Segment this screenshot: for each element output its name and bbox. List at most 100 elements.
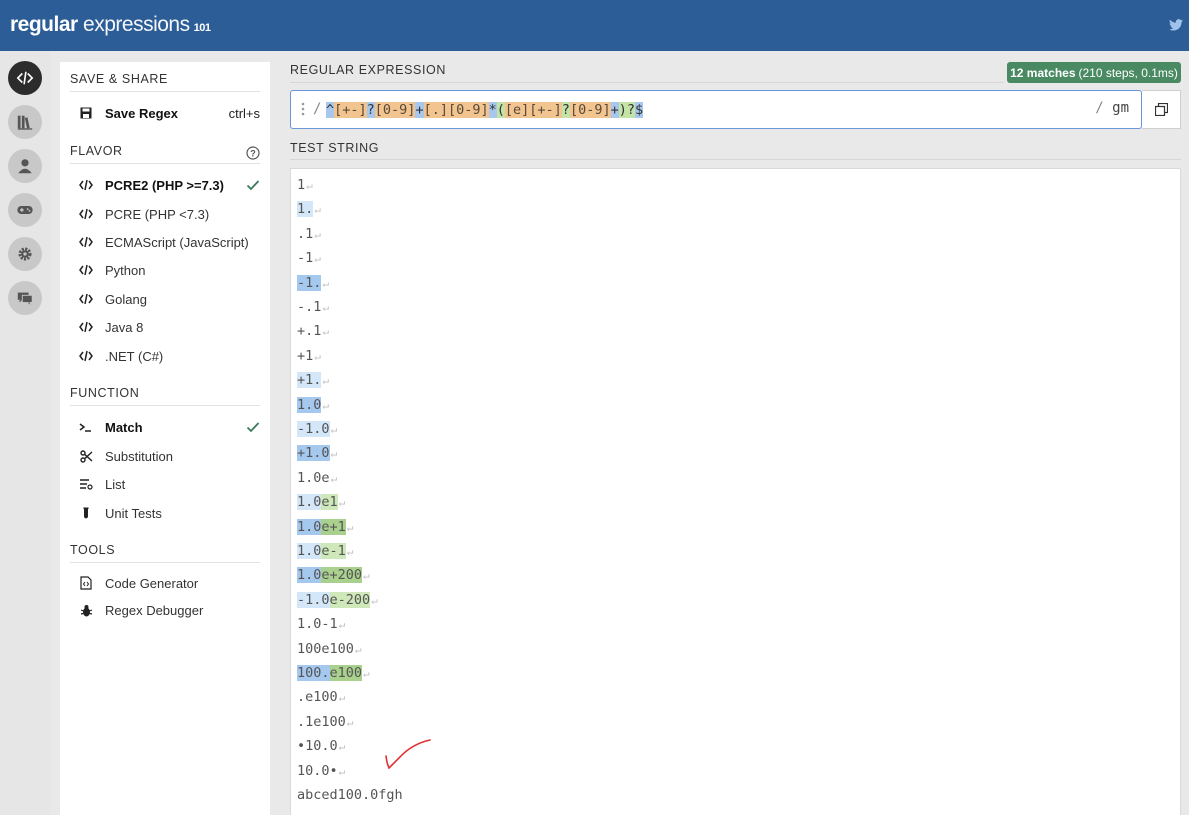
newline-icon: ↵ bbox=[330, 447, 338, 461]
test-line[interactable]: -1.0e-200↵ bbox=[297, 589, 378, 611]
test-line[interactable]: +1↵ bbox=[297, 345, 321, 367]
code-file-icon bbox=[78, 575, 94, 591]
scissors-icon bbox=[78, 448, 94, 464]
quiz-button[interactable] bbox=[8, 193, 42, 227]
newline-icon: ↵ bbox=[338, 764, 346, 778]
match-count: 12 matches bbox=[1010, 65, 1076, 80]
test-line[interactable]: •10.0↵ bbox=[297, 735, 345, 757]
test-line[interactable]: 1.0e↵ bbox=[297, 467, 337, 489]
match-highlight: +1.0 bbox=[297, 445, 330, 462]
library-button[interactable] bbox=[8, 105, 42, 139]
test-text: +.1 bbox=[297, 323, 322, 340]
test-text: 1 bbox=[297, 177, 306, 193]
tool-label: Regex Debugger bbox=[105, 602, 204, 618]
account-button[interactable] bbox=[8, 149, 42, 183]
test-text: .1 bbox=[297, 225, 314, 242]
check-icon bbox=[246, 180, 260, 191]
twitter-icon[interactable] bbox=[1169, 19, 1183, 31]
flavor-pcre2[interactable]: PCRE2 (PHP >=7.3) bbox=[78, 173, 260, 197]
help-icon[interactable]: ? bbox=[246, 146, 260, 160]
test-line[interactable]: -1.↵ bbox=[297, 272, 329, 294]
test-line[interactable]: 1.↵ bbox=[297, 198, 321, 220]
match-highlight: e-200 bbox=[329, 591, 371, 608]
flavor-ecmascript[interactable]: ECMAScript (JavaScript) bbox=[78, 230, 260, 254]
function-list[interactable]: List bbox=[78, 472, 260, 496]
regex-input[interactable]: / ^[+-]?[0-9]+[.][0-9]*([e][+-]?[0-9]+)?… bbox=[290, 90, 1142, 129]
test-line[interactable]: 1.0↵ bbox=[297, 394, 329, 416]
divider bbox=[290, 159, 1181, 160]
copy-regex-button[interactable] bbox=[1142, 90, 1181, 129]
test-line[interactable]: -.1↵ bbox=[297, 296, 329, 318]
flavor-label: ECMAScript (JavaScript) bbox=[105, 234, 249, 250]
handwritten-checkmark bbox=[385, 739, 431, 770]
regex-token: [.] bbox=[423, 102, 448, 118]
flavor-label: PCRE2 (PHP >=7.3) bbox=[105, 177, 224, 193]
match-highlight: 1.0 bbox=[297, 494, 322, 511]
flavor-python[interactable]: Python bbox=[78, 258, 260, 282]
match-highlight: 100. bbox=[297, 665, 330, 681]
test-string-editor[interactable]: 1↵ 1.↵ .1↵ -1↵ -1.↵ -.1↵ +.1↵ +1↵ +1.↵ 1.0↵ -1.0↵ +… bbox=[290, 168, 1181, 815]
newline-icon: ↵ bbox=[314, 227, 321, 241]
tool-code-generator[interactable]: Code Generator bbox=[78, 571, 260, 595]
function-label: List bbox=[105, 476, 126, 492]
regex-flags[interactable]: / gm bbox=[1095, 100, 1129, 116]
save-regex-button[interactable]: Save Regex ctrl+s bbox=[78, 101, 260, 125]
test-line[interactable]: .e100↵ bbox=[297, 686, 345, 708]
match-highlight: e1 bbox=[321, 494, 338, 511]
chat-button[interactable] bbox=[8, 281, 42, 315]
divider bbox=[70, 163, 260, 164]
function-substitution[interactable]: Substitution bbox=[78, 444, 260, 468]
test-line[interactable]: 100.e100↵ bbox=[297, 662, 370, 684]
match-highlight: -1.0 bbox=[297, 591, 330, 608]
regex-token: [+-] bbox=[529, 102, 562, 118]
test-line[interactable]: 10.0•↵ bbox=[297, 760, 345, 782]
divider bbox=[70, 562, 260, 563]
divider bbox=[70, 91, 260, 92]
function-label: Match bbox=[105, 419, 143, 435]
test-line[interactable]: -1↵ bbox=[297, 247, 321, 269]
regex-editor-button[interactable] bbox=[8, 61, 42, 95]
test-line[interactable]: .1e100↵ bbox=[297, 711, 353, 733]
test-line[interactable]: 1.0e-1↵ bbox=[297, 540, 353, 562]
flavor-java[interactable]: Java 8 bbox=[78, 315, 260, 339]
drag-handle-icon[interactable] bbox=[301, 100, 305, 118]
test-line[interactable]: .1↵ bbox=[297, 223, 321, 245]
test-line[interactable]: +1.0↵ bbox=[297, 442, 337, 464]
tool-regex-debugger[interactable]: Regex Debugger bbox=[78, 598, 260, 622]
divider bbox=[70, 405, 260, 406]
library-icon bbox=[17, 115, 33, 130]
save-share-title: SAVE & SHARE bbox=[70, 72, 168, 86]
newline-icon: ↵ bbox=[346, 545, 354, 558]
test-text: 1.0-1 bbox=[297, 616, 338, 633]
function-match[interactable]: Match bbox=[78, 415, 260, 439]
logo-text-regular: regular bbox=[10, 13, 78, 36]
regex-pattern[interactable]: ^[+-]?[0-9]+[.][0-9]*([e][+-]?[0-9]+)?$ bbox=[326, 100, 644, 120]
test-line[interactable]: +.1↵ bbox=[297, 320, 329, 342]
test-line[interactable]: 1.0e+200↵ bbox=[297, 564, 370, 586]
newline-icon: ↵ bbox=[322, 374, 330, 388]
test-text: -1 bbox=[297, 250, 314, 267]
test-line[interactable]: 1.0e1↵ bbox=[297, 491, 345, 513]
regex-token: [0-9] bbox=[447, 102, 489, 118]
function-title: FUNCTION bbox=[70, 386, 140, 400]
logo[interactable]: regular expressions 101 bbox=[10, 13, 211, 37]
test-line[interactable]: 1↵ bbox=[297, 174, 313, 196]
test-text: abced100.0fgh bbox=[297, 787, 403, 803]
test-text: +1 bbox=[297, 347, 314, 364]
test-line[interactable]: 1.0-1↵ bbox=[297, 613, 345, 635]
settings-button[interactable] bbox=[8, 237, 42, 271]
test-line[interactable]: abced100.0fgh bbox=[297, 784, 403, 806]
logo-text-101: 101 bbox=[193, 22, 211, 34]
test-line[interactable]: 100e100↵ bbox=[297, 638, 362, 660]
function-unit-tests[interactable]: Unit Tests bbox=[78, 501, 260, 525]
code-icon bbox=[16, 71, 34, 85]
test-line[interactable]: +1.↵ bbox=[297, 369, 329, 391]
flavor-golang[interactable]: Golang bbox=[78, 287, 260, 311]
flavor-dotnet[interactable]: .NET (C#) bbox=[78, 344, 260, 368]
regex-token: ? bbox=[561, 102, 570, 118]
flavor-pcre[interactable]: PCRE (PHP <7.3) bbox=[78, 202, 260, 226]
check-icon bbox=[246, 422, 260, 433]
test-line[interactable]: 1.0e+1↵ bbox=[297, 516, 353, 538]
regex-token: [+-] bbox=[334, 102, 367, 118]
test-line[interactable]: -1.0↵ bbox=[297, 418, 337, 440]
